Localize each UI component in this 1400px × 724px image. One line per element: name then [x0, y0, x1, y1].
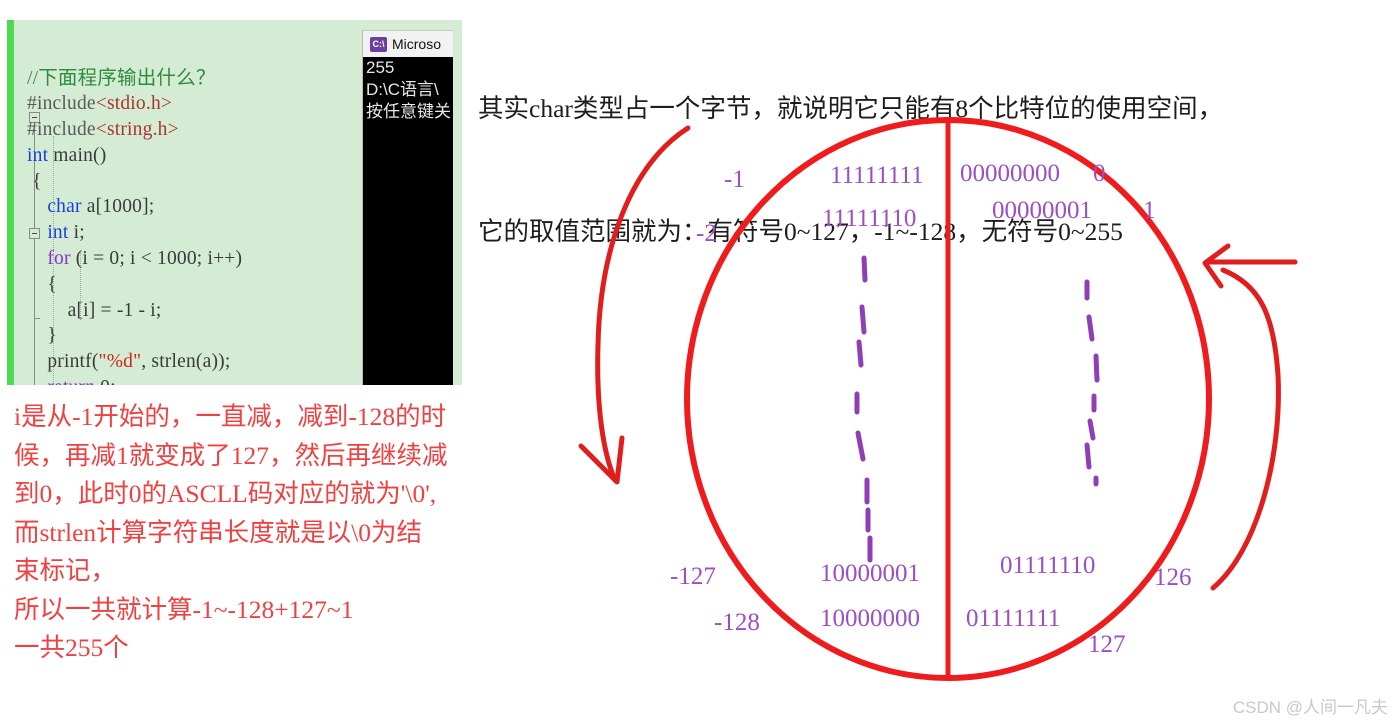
code-line: int main()	[27, 145, 106, 166]
code-token: <string.h>	[95, 119, 179, 141]
code-token: {	[32, 170, 42, 192]
code-line: //下面程序输出什么？	[27, 68, 216, 89]
label-binary-11111111: 11111111	[830, 162, 924, 189]
label-binary-01111110: 01111110	[1000, 552, 1096, 579]
code-token: "%d"	[98, 351, 142, 373]
label-binary-01111111: 01111111	[966, 605, 1061, 632]
code-text[interactable]: //下面程序输出什么？ #include<stdio.h> #include<s…	[27, 66, 242, 386]
label-decimal-126: 126	[1154, 564, 1192, 591]
code-token: }	[47, 325, 57, 347]
code-token: a[i] = -1 - i;	[67, 299, 162, 321]
console-window[interactable]: C:\ Microso 255 D:\C语言\ 按任意键关	[362, 30, 453, 385]
label-decimal-127: 127	[1088, 631, 1126, 658]
label-decimal-minus-2: -2	[696, 220, 717, 247]
code-line: return 0;	[27, 377, 116, 385]
code-token: printf(	[47, 351, 99, 373]
wraparound-circle-diagram: -1 -2 -127 -128 0 1 126 127 11111111 111…	[560, 110, 1360, 710]
code-line: a[i] = -1 - i;	[27, 300, 162, 321]
console-title-label: Microso	[392, 36, 442, 52]
label-binary-10000001: 10000001	[820, 560, 920, 587]
code-token: char	[47, 196, 82, 218]
console-titlebar[interactable]: C:\ Microso	[363, 30, 453, 57]
label-decimal-minus-128: -128	[714, 609, 760, 636]
changed-lines-indicator	[7, 20, 14, 385]
code-line: {	[27, 171, 42, 192]
console-app-icon: C:\	[370, 36, 387, 52]
label-decimal-minus-1: -1	[724, 166, 745, 193]
screenshot-root: //下面程序输出什么？ #include<stdio.h> #include<s…	[0, 0, 1400, 724]
code-token: a[1000];	[81, 196, 155, 218]
code-token: (i = 0; i < 1000; i++)	[70, 248, 243, 270]
counterclockwise-decrement-arrow	[595, 125, 691, 483]
code-token: {	[47, 273, 57, 295]
decrement-arrowhead	[578, 435, 625, 485]
diagram-svg	[578, 117, 1298, 681]
increment-arrowhead	[1202, 243, 1231, 289]
code-token: #include	[27, 119, 96, 141]
label-decimal-1: 1	[1143, 197, 1156, 224]
red-annotation-note: i是从-1开始的，一直减，减到-128的时 候，再减1就变成了127，然后再继续…	[14, 402, 448, 662]
right-ellipsis-dashes	[1084, 279, 1100, 487]
label-binary-00000000: 00000000	[960, 160, 1060, 187]
code-line: }	[27, 325, 57, 346]
label-decimal-0: 0	[1093, 160, 1106, 187]
label-decimal-minus-127: -127	[670, 563, 716, 590]
code-line: int i;	[27, 222, 85, 243]
label-binary-11111110: 11111110	[822, 205, 917, 232]
clockwise-increment-arrow	[1210, 267, 1281, 591]
console-output: 255 D:\C语言\ 按任意键关	[366, 58, 451, 121]
code-token: <stdio.h>	[95, 93, 173, 115]
label-binary-00000001: 00000001	[992, 197, 1092, 224]
left-ellipsis-dashes	[854, 255, 873, 563]
label-binary-10000000: 10000000	[820, 605, 920, 632]
code-line: #include<string.h>	[27, 119, 179, 140]
csdn-watermark: CSDN @人间一凡夫	[1232, 698, 1388, 717]
code-line: printf("%d", strlen(a));	[27, 351, 230, 372]
code-token: i;	[68, 222, 85, 244]
code-token: #include	[27, 93, 96, 115]
code-token: , strlen(a));	[141, 351, 231, 373]
code-line: {	[27, 274, 57, 295]
code-token: //下面程序输出什么？	[27, 67, 216, 89]
code-line: #include<stdio.h>	[27, 93, 172, 114]
code-token: int	[27, 144, 49, 166]
code-token: 0;	[95, 377, 116, 385]
code-token: main()	[48, 144, 107, 166]
code-line: for (i = 0; i < 1000; i++)	[27, 248, 242, 269]
code-token: return	[47, 377, 95, 385]
code-token: for	[47, 248, 71, 270]
code-token: int	[47, 222, 69, 244]
code-line: char a[1000];	[27, 196, 154, 217]
